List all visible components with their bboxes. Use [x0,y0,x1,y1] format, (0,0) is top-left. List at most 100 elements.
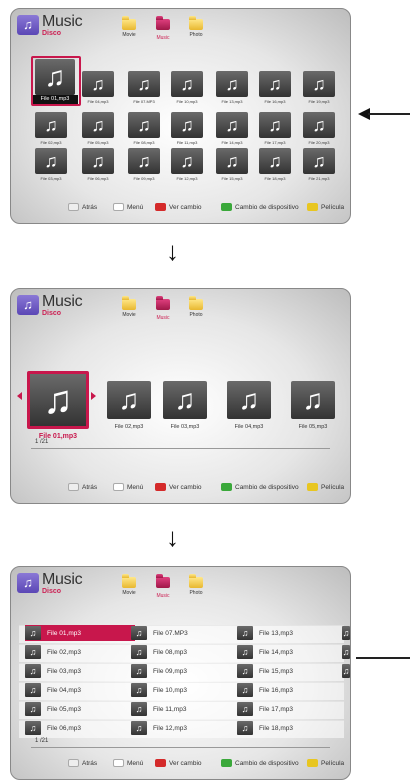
file-label: File 03,mp3 [47,667,81,675]
list-item[interactable]: ♫ File 04,mp3 [25,682,135,698]
view-change-button[interactable]: Ver cambio [155,203,202,211]
device-change-button[interactable]: Cambio de dispositivo [221,483,299,491]
music-file-icon: ♫ [91,114,105,135]
file-tile[interactable]: ♫ [259,112,291,138]
list-item[interactable]: ♫ File 01,mp3 [25,625,135,641]
file-tile[interactable]: ♫ [216,71,248,97]
folder-icon [189,296,203,310]
file-tile[interactable]: ♫ [128,112,160,138]
device-change-button[interactable]: Cambio de dispositivo [221,759,299,767]
file-tile[interactable]: ♫ [82,71,114,97]
movie-button[interactable]: Película [307,483,344,491]
list-item[interactable]: ♫ File 10,mp3 [131,682,227,698]
file-tile[interactable]: ♫ [171,71,203,97]
music-file-icon: ♫ [131,721,147,735]
movie-button[interactable]: Película [307,203,344,211]
music-note-icon: ♫ [17,573,39,593]
tab-photo[interactable]: Photo [181,296,211,318]
music-file-icon: ♫ [312,73,326,94]
menu-button[interactable]: Menú [113,759,143,767]
music-file-icon: ♫ [268,73,282,94]
view-change-button[interactable]: Ver cambio [155,759,202,767]
file-tile[interactable]: ♫ [82,148,114,174]
list-item[interactable]: ♫ File 17,mp3 [237,701,333,717]
tab-photo[interactable]: Photo [181,16,211,38]
music-file-icon: ♫ [237,626,253,640]
list-item[interactable]: ♫ File 14,mp3 [237,644,333,660]
file-tile[interactable]: ♫ [259,71,291,97]
chevron-left-icon[interactable] [17,392,22,400]
list-item[interactable]: ♫ File 03,mp3 [25,663,135,679]
file-tile[interactable]: ♫ [259,148,291,174]
tab-movie[interactable]: Movie [114,296,144,318]
file-label: File 11,mp3 [176,140,198,145]
file-tile[interactable]: ♫ [303,112,335,138]
tab-movie[interactable]: Movie [114,574,144,596]
chevron-right-icon[interactable] [91,392,96,400]
back-button[interactable]: Atrás [68,203,97,211]
tab-music[interactable]: Music [148,574,178,599]
file-tile[interactable]: ♫ [35,148,67,174]
tab-music[interactable]: Music [148,296,178,321]
music-file-icon: ♫ [174,384,196,415]
grid-view-screen: ♫ Music Disco Movie Music Photo ♫ File 01… [10,8,351,224]
file-label: File 04,mp3 [234,424,264,430]
movie-button[interactable]: Película [307,759,344,767]
list-item[interactable]: ♫ File 02,mp3 [25,644,135,660]
list-item[interactable]: ♫ File 16,mp3 [237,682,333,698]
tab-music[interactable]: Music [148,16,178,41]
back-button[interactable]: Atrás [68,483,97,491]
file-tile[interactable]: ♫ [128,71,160,97]
file-label: File 15,mp3 [259,667,293,675]
selection-frame [31,56,81,106]
list-item[interactable]: ♫ File 06,mp3 [25,720,135,736]
file-tile[interactable]: ♫ [82,112,114,138]
file-tile[interactable]: ♫ [303,71,335,97]
file-tile[interactable]: ♫ [35,112,67,138]
device-change-button[interactable]: Cambio de dispositivo [221,203,299,211]
page-indicator: 1 /21 [35,738,49,744]
file-tile[interactable]: ♫ [171,148,203,174]
menu-button[interactable]: Menú [113,483,143,491]
list-item[interactable]: ♫ File 13,mp3 [237,625,333,641]
music-file-icon: ♫ [180,114,194,135]
list-item[interactable]: ♫ File 09,mp3 [131,663,227,679]
file-tile[interactable]: ♫ [303,148,335,174]
tab-movie[interactable]: Movie [114,16,144,38]
footer-bar: Atrás Menú Ver cambio Cambio de disposit… [11,481,350,495]
file-label: File 02,mp3 [47,648,81,656]
file-tile[interactable]: ♫ [163,381,207,419]
list-item[interactable]: ♫ File 11,mp3 [131,701,227,717]
pointer-line [356,657,410,659]
menu-key-icon [113,483,124,491]
page-title: Music [42,13,83,30]
file-tile[interactable]: ♫ [107,381,151,419]
red-key-icon [155,759,166,767]
file-tile[interactable]: ♫ [171,112,203,138]
file-tile[interactable]: ♫ [227,381,271,419]
back-button[interactable]: Atrás [68,759,97,767]
list-item[interactable]: ♫ File 12,mp3 [131,720,227,736]
file-tile[interactable]: ♫ [216,112,248,138]
list-item[interactable]: ♫ File 07.MP3 [131,625,227,641]
file-tile[interactable]: ♫ [128,148,160,174]
file-tile[interactable]: ♫ [216,148,248,174]
red-key-icon [155,203,166,211]
folder-icon [122,574,136,588]
file-label: File 14,mp3 [259,648,293,656]
view-change-button[interactable]: Ver cambio [155,483,202,491]
file-tile[interactable]: ♫ [27,371,89,429]
folder-icon [122,16,136,30]
list-item[interactable]: ♫ File 18,mp3 [237,720,333,736]
tab-photo[interactable]: Photo [181,574,211,596]
list-item[interactable]: ♫ File 08,mp3 [131,644,227,660]
carousel-view-screen: ♫ Music Disco Movie Music Photo ♫ File 01… [10,288,351,504]
page-title: Music [42,571,83,588]
list-item[interactable]: ♫ File 05,mp3 [25,701,135,717]
list-item[interactable]: ♫ File 15,mp3 [237,663,333,679]
menu-button[interactable]: Menú [113,203,143,211]
file-label: File 13,mp3 [221,99,243,104]
music-file-icon: ♫ [225,114,239,135]
file-label: File 12,mp3 [176,176,198,181]
file-tile[interactable]: ♫ [291,381,335,419]
